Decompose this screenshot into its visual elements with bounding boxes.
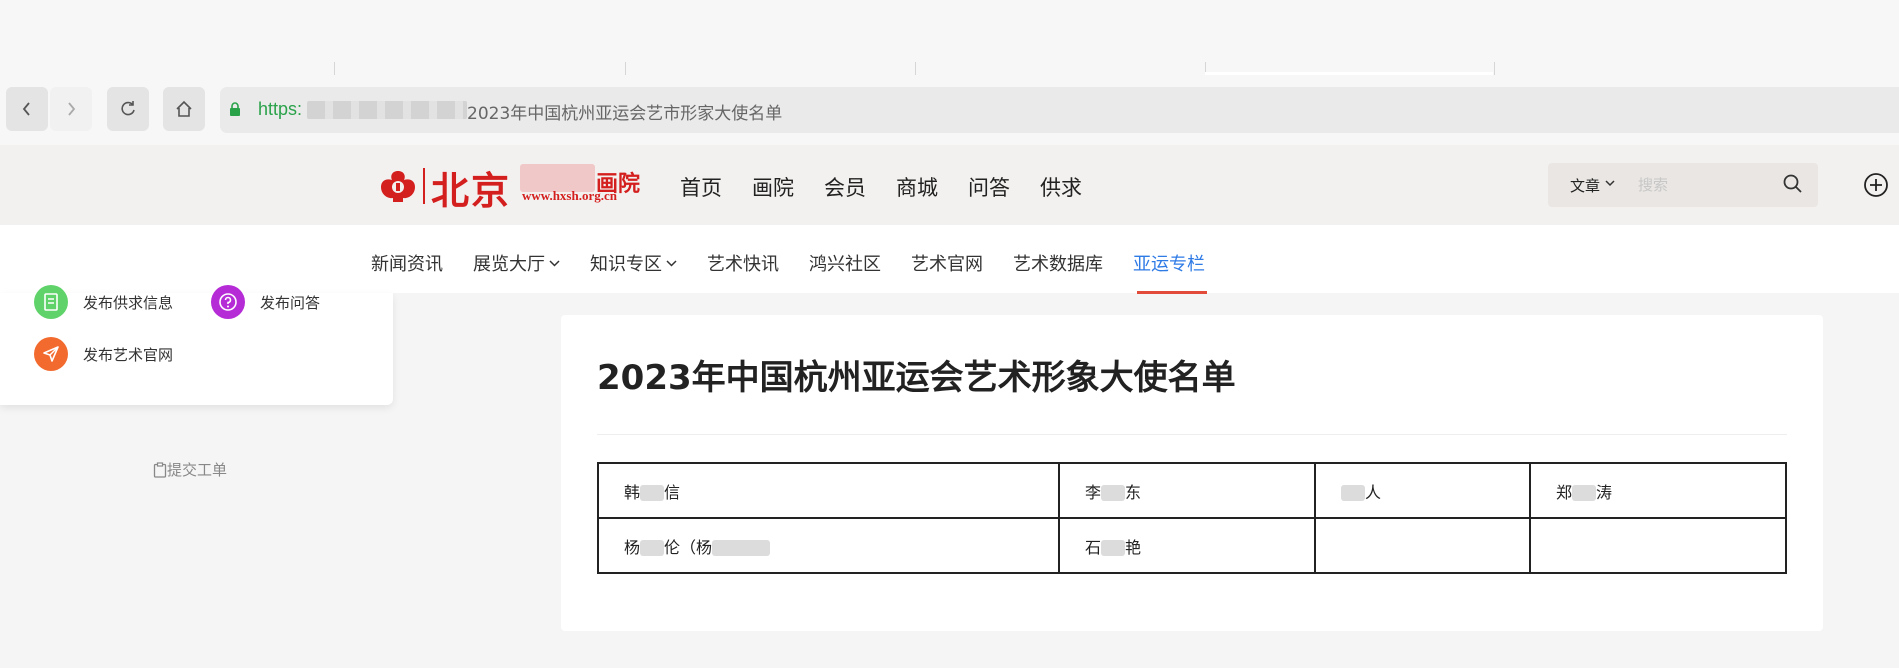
subnav-community[interactable]: 鸿兴社区	[809, 250, 881, 276]
logo-divider	[423, 168, 425, 204]
search-type-select[interactable]: 文章	[1570, 175, 1600, 196]
document-icon	[34, 285, 68, 319]
send-icon	[34, 337, 68, 371]
tab-separator	[334, 62, 335, 75]
subnav-news[interactable]: 新闻资讯	[371, 250, 443, 276]
subnav-art-database[interactable]: 艺术数据库	[1013, 250, 1103, 276]
redacted	[1572, 485, 1597, 501]
publish-qa-item[interactable]: 发布问答	[211, 285, 320, 319]
reload-button[interactable]	[107, 87, 149, 131]
publish-supply-item[interactable]: 发布供求信息	[34, 285, 173, 319]
nav-qa[interactable]: 问答	[968, 172, 1010, 202]
search-icon[interactable]	[1782, 173, 1804, 195]
table-cell: 郑涛	[1529, 462, 1787, 519]
redacted	[1341, 485, 1365, 501]
nav-members[interactable]: 会员	[824, 172, 866, 202]
table-row: 杨伦（杨 石艳	[597, 517, 1787, 574]
subnav-asian-games[interactable]: 亚运专栏	[1133, 250, 1205, 276]
table-cell: 人	[1314, 462, 1531, 519]
chevron-down-icon	[549, 260, 560, 267]
redacted	[1101, 540, 1126, 556]
cell-text: 韩	[624, 482, 641, 502]
search-input[interactable]	[1638, 174, 1768, 196]
ambassador-table: 韩信 李东 人 郑涛 杨伦（杨 石艳	[597, 462, 1787, 574]
question-icon	[211, 285, 245, 319]
tab-separator	[1494, 62, 1495, 75]
table-cell	[1314, 517, 1531, 574]
submit-ticket-label: 提交工单	[167, 461, 228, 479]
nav-home[interactable]: 首页	[680, 172, 722, 202]
cell-text: 杨	[624, 537, 641, 557]
redacted	[712, 540, 771, 556]
cell-text: 艳	[1125, 537, 1142, 557]
subnav-art-news[interactable]: 艺术快讯	[707, 250, 779, 276]
submit-ticket-link[interactable]: 提交工单	[153, 459, 227, 480]
forward-button[interactable]	[50, 87, 92, 131]
cell-text: 信	[664, 482, 681, 502]
back-button[interactable]	[6, 87, 48, 131]
main-nav: 首页 画院 会员 商城 问答 供求	[680, 172, 1112, 202]
nav-academy[interactable]: 画院	[752, 172, 794, 202]
subnav-label: 新闻资讯	[371, 254, 443, 275]
url-scheme: https:	[258, 99, 303, 119]
publish-art-site-label: 发布艺术官网	[83, 345, 174, 364]
home-icon	[176, 100, 192, 117]
chevron-down-icon	[666, 260, 677, 267]
table-row: 韩信 李东 人 郑涛	[597, 462, 1787, 519]
cell-text: 郑	[1556, 482, 1573, 502]
subnav-label: 亚运专栏	[1133, 254, 1205, 275]
plus-circle-icon[interactable]	[1863, 172, 1889, 198]
subnav-label: 展览大厅	[473, 254, 545, 275]
logo-text[interactable]: 北京	[431, 160, 511, 215]
subnav-label: 知识专区	[590, 254, 662, 275]
reload-icon	[121, 101, 135, 116]
chevron-left-icon	[22, 102, 30, 116]
browser-tab-strip	[0, 0, 1899, 75]
tab-separator	[915, 62, 916, 75]
table-cell	[1529, 517, 1787, 574]
logo-emblem-icon[interactable]	[378, 168, 418, 204]
chevron-right-icon	[68, 102, 76, 116]
url-redacted	[307, 101, 467, 119]
chevron-down-icon[interactable]	[1605, 179, 1615, 187]
nav-mall[interactable]: 商城	[896, 172, 938, 202]
publish-qa-label: 发布问答	[260, 293, 321, 312]
clipboard-icon	[153, 461, 167, 478]
cell-text: 伦（杨	[664, 537, 713, 557]
redacted	[640, 540, 665, 556]
sub-nav-items: 新闻资讯 展览大厅 知识专区 艺术快讯 鸿兴社区 艺术官网 艺术数据库 亚运专栏	[371, 250, 1235, 276]
article-title: 2023年中国杭州亚运会艺术形象大使名单	[597, 358, 1236, 398]
title-divider	[597, 434, 1787, 435]
table-cell: 石艳	[1058, 517, 1316, 574]
url-path: 2023年中国杭州亚运会艺市形家大使名单	[467, 104, 783, 124]
publish-art-site-item[interactable]: 发布艺术官网	[34, 337, 173, 371]
table-cell: 杨 伦（杨	[597, 517, 1060, 574]
cell-text: 人	[1365, 482, 1382, 502]
page-bottom-strip	[0, 640, 1899, 668]
cell-text: 石	[1085, 537, 1102, 557]
table-cell: 韩信	[597, 462, 1060, 519]
cell-text: 李	[1085, 482, 1102, 502]
active-tab-underline	[1137, 291, 1207, 294]
nav-supply[interactable]: 供求	[1040, 172, 1082, 202]
subnav-label: 鸿兴社区	[809, 254, 881, 275]
subnav-art-site[interactable]: 艺术官网	[911, 250, 983, 276]
tab-separator	[625, 62, 626, 75]
redacted	[1101, 485, 1126, 501]
home-button[interactable]	[163, 87, 205, 131]
logo-url: www.hxsh.org.cn	[522, 188, 617, 203]
cell-text: 涛	[1596, 482, 1613, 502]
subnav-label: 艺术数据库	[1013, 254, 1103, 275]
subnav-label: 艺术官网	[911, 254, 983, 275]
publish-supply-label: 发布供求信息	[83, 293, 174, 312]
table-cell: 李东	[1058, 462, 1316, 519]
lock-icon	[230, 102, 240, 116]
subnav-knowledge[interactable]: 知识专区	[590, 250, 677, 276]
subnav-exhibition[interactable]: 展览大厅	[473, 250, 560, 276]
cell-text: 东	[1125, 482, 1142, 502]
subnav-label: 艺术快讯	[707, 254, 779, 275]
redacted	[640, 485, 665, 501]
